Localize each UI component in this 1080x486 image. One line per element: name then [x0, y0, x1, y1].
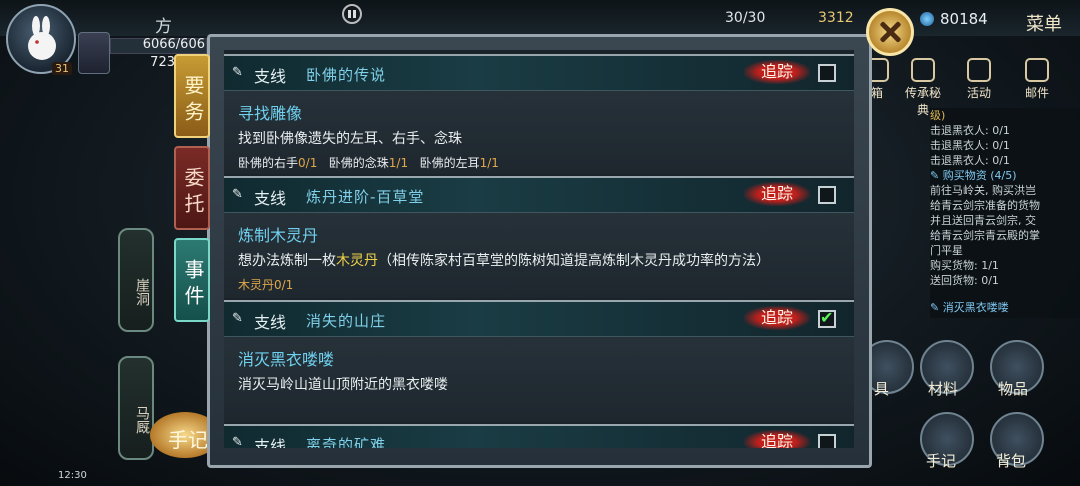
quest-entry[interactable]: ✎ 支线 消失的山庄 追踪 消灭黑衣喽喽 消灭马岭山道山顶附近的黑衣喽喽	[224, 300, 854, 422]
quest-objective: 消灭黑衣喽喽	[238, 350, 335, 369]
side-line: 击退黑衣人: 0/1	[930, 139, 1010, 152]
track-checkbox[interactable]	[818, 64, 836, 82]
bag-label: 背包	[996, 452, 1027, 470]
quest-header: ✎ 支线 消失的山庄 追踪	[224, 302, 854, 337]
stamina-value: 30/30	[725, 10, 766, 26]
hp-value: 6066/606	[142, 37, 205, 52]
side-quest-title[interactable]: ✎ 消灭黑衣喽喽	[930, 300, 1080, 315]
side-line: 给青云剑宗青云殿的掌	[930, 229, 1040, 242]
track-label: 追踪	[744, 60, 810, 84]
tools-label: 具	[874, 380, 890, 398]
track-checkbox[interactable]	[818, 434, 836, 448]
feather-icon: ✎	[232, 311, 243, 326]
quest-entry[interactable]: ✎ 支线 离奇的矿难 追踪	[224, 424, 854, 448]
track-label: 追踪	[744, 430, 810, 448]
side-line: 给青云剑宗准备的货物	[930, 199, 1040, 212]
quest-description: 想办法炼制一枚木灵丹（相传陈家村百草堂的陈树知道提高炼制木灵丹成功率的方法）	[238, 253, 770, 269]
journal-button-label: 手记	[168, 428, 208, 452]
quest-kind: 支线	[254, 189, 287, 208]
quest-objective: 寻找雕像	[238, 104, 303, 123]
track-checkbox-checked[interactable]	[818, 308, 836, 328]
events-button[interactable]: 活动	[957, 58, 1001, 101]
mp-value: 723	[150, 55, 175, 70]
quest-description: 找到卧佛像遗失的左耳、右手、念珠	[238, 131, 462, 147]
right-function-icons: 箱 传承秘典 活动 邮件	[855, 58, 1080, 117]
track-label: 追踪	[744, 182, 810, 206]
quest-progress: 卧佛的右手0/1 卧佛的念珠1/1 卧佛的左耳1/1	[238, 156, 499, 170]
side-line: 击退黑衣人: 0/1	[930, 124, 1010, 137]
quest-name: 消失的山庄	[306, 312, 387, 330]
quest-objective: 炼制木灵丹	[238, 226, 319, 245]
companion-portrait[interactable]	[78, 32, 110, 74]
tab-commissions[interactable]: 委托	[174, 146, 210, 230]
side-line: 购买货物: 1/1	[930, 259, 999, 272]
side-line: 并且送回青云剑宗, 交	[930, 214, 1036, 227]
quest-kind: 支线	[254, 313, 287, 332]
gift-icon	[967, 58, 991, 82]
side-quest-title[interactable]: ✎ 购买物资 (4/5)	[930, 168, 1080, 183]
bottom-right-buttons: 具 材料 物品 手记 背包	[860, 330, 1080, 486]
quest-header: ✎ 支线 炼丹进阶-百草堂 追踪	[224, 178, 854, 213]
track-label: 追踪	[744, 306, 810, 330]
feather-icon: ✎	[232, 435, 243, 448]
status-time: 12:30	[58, 470, 87, 481]
side-line: 送回货物: 0/1	[930, 274, 999, 287]
side-line: 级)	[930, 109, 946, 122]
side-quest-tracker[interactable]: 级) 击退黑衣人: 0/1 击退黑衣人: 0/1 击退黑衣人: 0/1 ✎ 购买…	[930, 108, 1080, 318]
materials-label: 材料	[928, 380, 959, 398]
quest-list[interactable]: ✎ 支线 卧佛的传说 追踪 寻找雕像 找到卧佛像遗失的左耳、右手、念珠 卧佛的右…	[224, 50, 854, 448]
items-label: 物品	[998, 380, 1029, 398]
mini-map-area: 崖洞 马厩	[0, 88, 175, 486]
rabbit-icon	[28, 16, 56, 60]
quest-kind: 支线	[254, 67, 287, 86]
gem-icon	[920, 12, 934, 26]
quest-header: ✎ 支线 卧佛的传说 追踪	[224, 56, 854, 91]
menu-button[interactable]: 菜单	[1026, 10, 1062, 36]
mail-icon	[1025, 58, 1049, 82]
mail-button[interactable]: 邮件	[1015, 58, 1059, 101]
tab-events[interactable]: 事件	[174, 238, 210, 322]
pause-icon[interactable]	[342, 4, 362, 24]
quest-name: 炼丹进阶-百草堂	[306, 188, 425, 206]
quest-kind: 支线	[254, 437, 287, 448]
location-title: 方	[155, 17, 172, 37]
tab-main-quests[interactable]: 要务	[174, 54, 210, 138]
quest-progress: 木灵丹0/1	[238, 278, 294, 292]
quest-name: 离奇的矿难	[306, 436, 387, 448]
quest-description: 消灭马岭山道山顶附近的黑衣喽喽	[238, 377, 448, 393]
feather-icon: ✎	[232, 65, 243, 80]
player-level: 31	[52, 62, 72, 75]
map-node-stable[interactable]: 马厩	[118, 356, 154, 460]
quest-entry[interactable]: ✎ 支线 卧佛的传说 追踪 寻找雕像 找到卧佛像遗失的左耳、右手、念珠 卧佛的右…	[224, 54, 854, 174]
quest-header: ✎ 支线 离奇的矿难 追踪	[224, 426, 854, 448]
gem-value: 80184	[940, 10, 988, 28]
coin-value: 3312	[818, 10, 854, 26]
side-line: 门平星	[930, 244, 963, 257]
side-line: 前往马岭关, 购买洪岂	[930, 184, 1036, 197]
side-line: 击退黑衣人: 0/1	[930, 154, 1010, 167]
close-icon[interactable]	[866, 8, 914, 56]
track-checkbox[interactable]	[818, 186, 836, 204]
quest-entry[interactable]: ✎ 支线 炼丹进阶-百草堂 追踪 炼制木灵丹 想办法炼制一枚木灵丹（相传陈家村百…	[224, 176, 854, 298]
quest-name: 卧佛的传说	[306, 66, 387, 84]
feather-icon: ✎	[232, 187, 243, 202]
journal-label: 手记	[926, 452, 957, 470]
map-node-cliff-cave[interactable]: 崖洞	[118, 228, 154, 332]
book-icon	[911, 58, 935, 82]
